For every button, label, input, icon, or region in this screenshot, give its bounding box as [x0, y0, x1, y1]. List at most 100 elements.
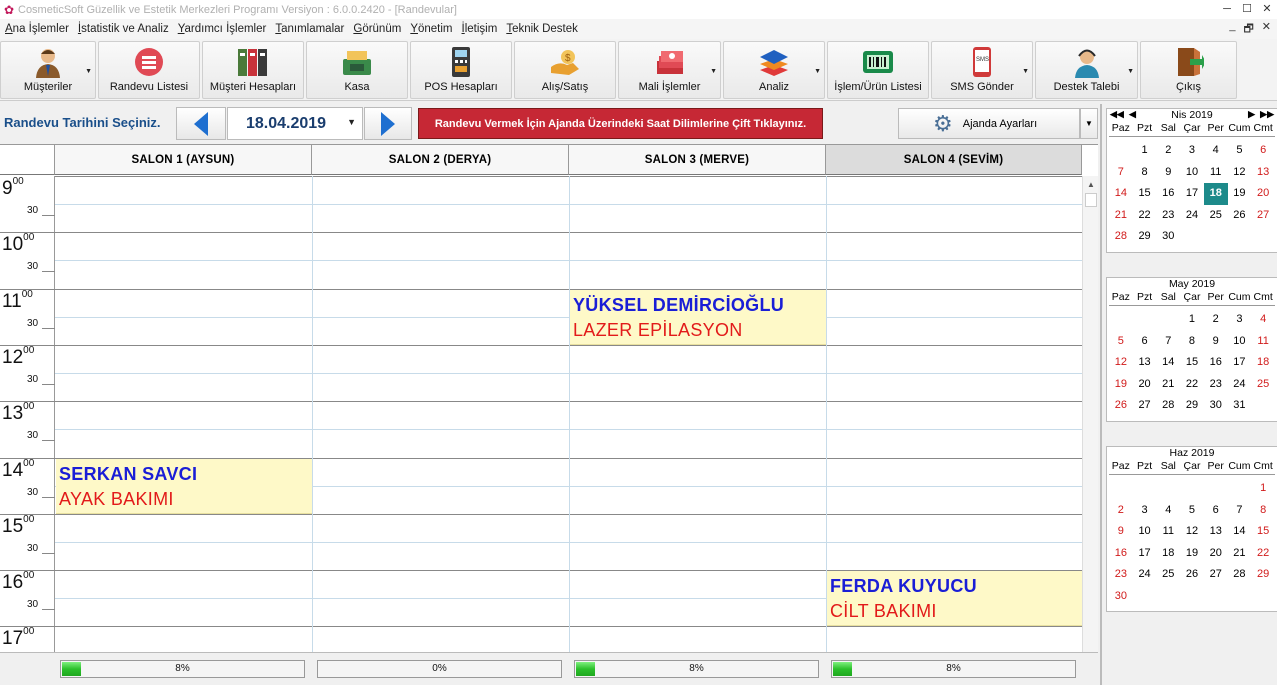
calendar-day[interactable]: 5	[1180, 500, 1204, 522]
calendar-day[interactable]: 21	[1228, 543, 1252, 565]
calendar-day[interactable]: 3	[1133, 500, 1157, 522]
calendar-day[interactable]: 26	[1228, 205, 1252, 227]
calendar-day[interactable]: 15	[1251, 521, 1275, 543]
minimize-icon[interactable]: ─	[1217, 0, 1237, 18]
menu-item[interactable]: Görünüm	[353, 23, 401, 35]
calendar-day[interactable]: 12	[1228, 162, 1252, 184]
calendar-day[interactable]: 22	[1180, 374, 1204, 396]
calendar-day[interactable]: 28	[1109, 226, 1133, 248]
calendar-day[interactable]: 23	[1109, 564, 1133, 586]
calendar-day[interactable]: 11	[1251, 331, 1275, 353]
maximize-icon[interactable]: ☐	[1237, 0, 1257, 18]
calendar-day[interactable]: 16	[1156, 183, 1180, 205]
calendar-day[interactable]: 24	[1133, 564, 1157, 586]
calendar-day[interactable]: 6	[1204, 500, 1228, 522]
calendar-day[interactable]: 24	[1180, 205, 1204, 227]
previous-day-button[interactable]	[176, 107, 226, 140]
toolbar-button-cash-register[interactable]: Kasa	[306, 41, 408, 99]
calendar-day[interactable]: 15	[1180, 352, 1204, 374]
calendar-day[interactable]: 23	[1204, 374, 1228, 396]
dropdown-arrow-icon[interactable]: ▼	[710, 68, 717, 75]
calendar-day[interactable]: 19	[1180, 543, 1204, 565]
calendar-day[interactable]: 5	[1109, 331, 1133, 353]
calendar-day[interactable]: 2	[1109, 500, 1133, 522]
calendar-day[interactable]: 5	[1228, 140, 1252, 162]
calendar-day[interactable]: 3	[1180, 140, 1204, 162]
toolbar-button-money-stack[interactable]: Mali İşlemler ▼	[618, 41, 721, 99]
calendar-day[interactable]: 30	[1156, 226, 1180, 248]
calendar-day[interactable]: 20	[1251, 183, 1275, 205]
calendar-day[interactable]: 15	[1133, 183, 1157, 205]
calendar-day[interactable]: 14	[1156, 352, 1180, 374]
calendar-day[interactable]: 30	[1204, 395, 1228, 417]
calendar-day[interactable]: 11	[1156, 521, 1180, 543]
calendar-day[interactable]: 17	[1133, 543, 1157, 565]
calendar-day[interactable]: 29	[1133, 226, 1157, 248]
prev-month-icon[interactable]: ◀	[1129, 109, 1136, 120]
calendar-day[interactable]: 16	[1109, 543, 1133, 565]
calendar-day[interactable]: 18	[1203, 183, 1228, 205]
calendar-day[interactable]: 7	[1228, 500, 1252, 522]
calendar-day[interactable]: 8	[1251, 500, 1275, 522]
toolbar-button-support-agent[interactable]: Destek Talebi ▼	[1035, 41, 1138, 99]
calendar-day[interactable]: 7	[1156, 331, 1180, 353]
calendar-day[interactable]: 1	[1133, 140, 1157, 162]
appointment-block[interactable]: SERKAN SAVCI AYAK BAKIMI	[56, 457, 312, 514]
menu-item[interactable]: Teknik Destek	[506, 23, 578, 35]
mdi-close-icon[interactable]: ✕	[1262, 20, 1271, 39]
salon-header[interactable]: SALON 4 (SEVİM)	[826, 145, 1082, 175]
calendar-day[interactable]: 19	[1109, 374, 1133, 396]
calendar-day[interactable]: 24	[1228, 374, 1252, 396]
calendar-day[interactable]: 23	[1156, 205, 1180, 227]
calendar-day[interactable]: 3	[1228, 309, 1252, 331]
date-picker[interactable]: 18.04.2019 ▼	[227, 107, 363, 140]
toolbar-button-layers[interactable]: Analiz ▼	[723, 41, 825, 99]
calendar-day[interactable]: 28	[1156, 395, 1180, 417]
calendar-day[interactable]: 30	[1109, 586, 1133, 608]
calendar-day[interactable]: 10	[1133, 521, 1157, 543]
calendar-day[interactable]: 4	[1251, 309, 1275, 331]
calendar-day[interactable]: 12	[1109, 352, 1133, 374]
calendar-day[interactable]: 21	[1156, 374, 1180, 396]
calendar-day[interactable]: 29	[1251, 564, 1275, 586]
calendar-day[interactable]: 1	[1180, 309, 1204, 331]
toolbar-button-binders[interactable]: Müşteri Hesapları	[202, 41, 304, 99]
appointment-block[interactable]: YÜKSEL DEMİRCİOĞLU LAZER EPİLASYON	[570, 288, 826, 345]
calendar-day[interactable]: 26	[1109, 395, 1133, 417]
toolbar-button-barcode-scanner[interactable]: İşlem/Ürün Listesi	[827, 41, 929, 99]
calendar-day[interactable]: 9	[1156, 162, 1180, 184]
agenda-settings-button[interactable]: ⚙ Ajanda Ayarları	[898, 108, 1080, 139]
calendar-day[interactable]: 28	[1228, 564, 1252, 586]
dropdown-arrow-icon[interactable]: ▼	[1127, 68, 1134, 75]
menu-item[interactable]: İletişim	[462, 23, 498, 35]
calendar-day[interactable]: 8	[1180, 331, 1204, 353]
calendar-day[interactable]: 2	[1156, 140, 1180, 162]
toolbar-button-exit-door[interactable]: Çıkış	[1140, 41, 1237, 99]
calendar-day[interactable]: 31	[1228, 395, 1252, 417]
mdi-restore-icon[interactable]: 🗗	[1243, 20, 1253, 39]
calendar-day[interactable]: 6	[1133, 331, 1157, 353]
calendar-day[interactable]: 27	[1251, 205, 1275, 227]
calendar-day[interactable]: 20	[1204, 543, 1228, 565]
toolbar-button-phone-sms[interactable]: SMS SMS Gönder ▼	[931, 41, 1033, 99]
calendar-day[interactable]: 9	[1109, 521, 1133, 543]
appointment-block[interactable]: FERDA KUYUCU CİLT BAKIMI	[827, 570, 1082, 627]
dropdown-arrow-icon[interactable]: ▼	[85, 68, 92, 75]
calendar-day[interactable]: 14	[1109, 183, 1133, 205]
salon-header[interactable]: SALON 2 (DERYA)	[312, 145, 569, 175]
calendar-day[interactable]: 13	[1204, 521, 1228, 543]
close-icon[interactable]: ✕	[1257, 0, 1277, 18]
calendar-day[interactable]: 22	[1251, 543, 1275, 565]
calendar-day[interactable]: 18	[1156, 543, 1180, 565]
menu-item[interactable]: Ana İşlemler	[5, 23, 69, 35]
calendar-day[interactable]: 14	[1228, 521, 1252, 543]
calendar-day[interactable]: 29	[1180, 395, 1204, 417]
prev-year-icon[interactable]: ◀◀	[1110, 109, 1124, 120]
calendar-day[interactable]: 11	[1204, 162, 1228, 184]
calendar-day[interactable]: 25	[1251, 374, 1275, 396]
calendar-day[interactable]: 10	[1228, 331, 1252, 353]
calendar-day[interactable]: 10	[1180, 162, 1204, 184]
calendar-day[interactable]: 21	[1109, 205, 1133, 227]
calendar-day[interactable]: 1	[1251, 478, 1275, 500]
calendar-day[interactable]: 20	[1133, 374, 1157, 396]
